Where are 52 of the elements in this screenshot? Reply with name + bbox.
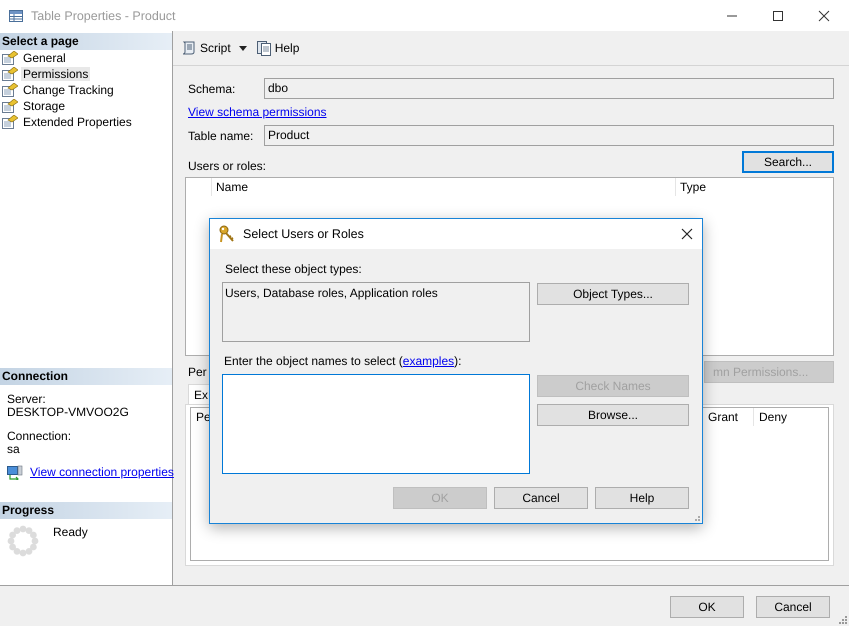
schema-label: Schema:	[188, 82, 236, 96]
script-button[interactable]: Script	[179, 40, 233, 56]
page-item[interactable]: Extended Properties	[21, 115, 134, 129]
search-button[interactable]: Search...	[742, 151, 834, 173]
dialog-title: Select Users or Roles	[243, 227, 364, 241]
page-item[interactable]: Storage	[21, 99, 68, 113]
column-header[interactable]: Type	[675, 178, 810, 196]
dialog-button[interactable]: Cancel	[756, 596, 830, 618]
section-header: Progress	[0, 502, 172, 519]
keys-icon	[218, 225, 236, 243]
close-icon[interactable]	[818, 10, 830, 22]
section-header: Connection	[0, 368, 172, 385]
help-button[interactable]: Help	[254, 40, 302, 56]
object-names-label: Enter the object names to select (examples):	[224, 354, 462, 368]
connection-label: Connection:	[7, 430, 72, 443]
schema-permissions-link[interactable]: View schema permissions	[188, 105, 326, 119]
table-name-label: Table name:	[188, 128, 254, 142]
page-item[interactable]: Permissions	[21, 67, 90, 81]
users-roles-label: Users or roles:	[188, 159, 266, 173]
page-item[interactable]: Change Tracking	[21, 83, 116, 97]
object-names-field[interactable]	[222, 374, 530, 474]
object-types-label: Select these object types:	[225, 262, 362, 276]
spinner-icon	[7, 525, 39, 557]
document-icon	[256, 40, 272, 56]
progress-status: Ready	[53, 525, 88, 539]
resize-grip-icon[interactable]	[692, 513, 700, 521]
resize-grip-icon[interactable]	[839, 616, 847, 624]
table-icon	[9, 10, 23, 22]
dialog-button[interactable]: Browse...	[537, 404, 689, 426]
close-icon[interactable]	[681, 228, 693, 240]
connection-properties-link[interactable]: View connection properties	[30, 466, 174, 479]
schema-field[interactable]: dbo	[264, 78, 834, 99]
page-item[interactable]: General	[21, 51, 68, 65]
examples-link[interactable]: examples	[402, 354, 454, 368]
dialog-button[interactable]: Help	[595, 487, 689, 509]
object-types-button[interactable]: Object Types...	[537, 283, 689, 305]
maximize-icon[interactable]	[772, 10, 784, 22]
server-label: Server:	[7, 393, 46, 406]
dialog-button[interactable]: OK	[670, 596, 744, 618]
caret-icon[interactable]	[238, 46, 247, 50]
dialog-button[interactable]: Cancel	[494, 487, 588, 509]
connection-user: sa	[7, 443, 20, 456]
window-title: Table Properties - Product	[31, 8, 176, 22]
permissions-label: Per	[188, 365, 207, 379]
object-types-field: Users, Database roles, Application roles	[222, 282, 530, 342]
table-name-field[interactable]: Product	[264, 125, 834, 146]
column-header[interactable]: Name	[211, 178, 675, 196]
computer-icon	[7, 465, 23, 480]
scroll-icon	[181, 40, 197, 56]
section-header: Select a page	[0, 33, 172, 50]
column-header[interactable]: Deny	[754, 408, 788, 426]
server-name: DESKTOP-VMVOO2G	[7, 406, 129, 419]
